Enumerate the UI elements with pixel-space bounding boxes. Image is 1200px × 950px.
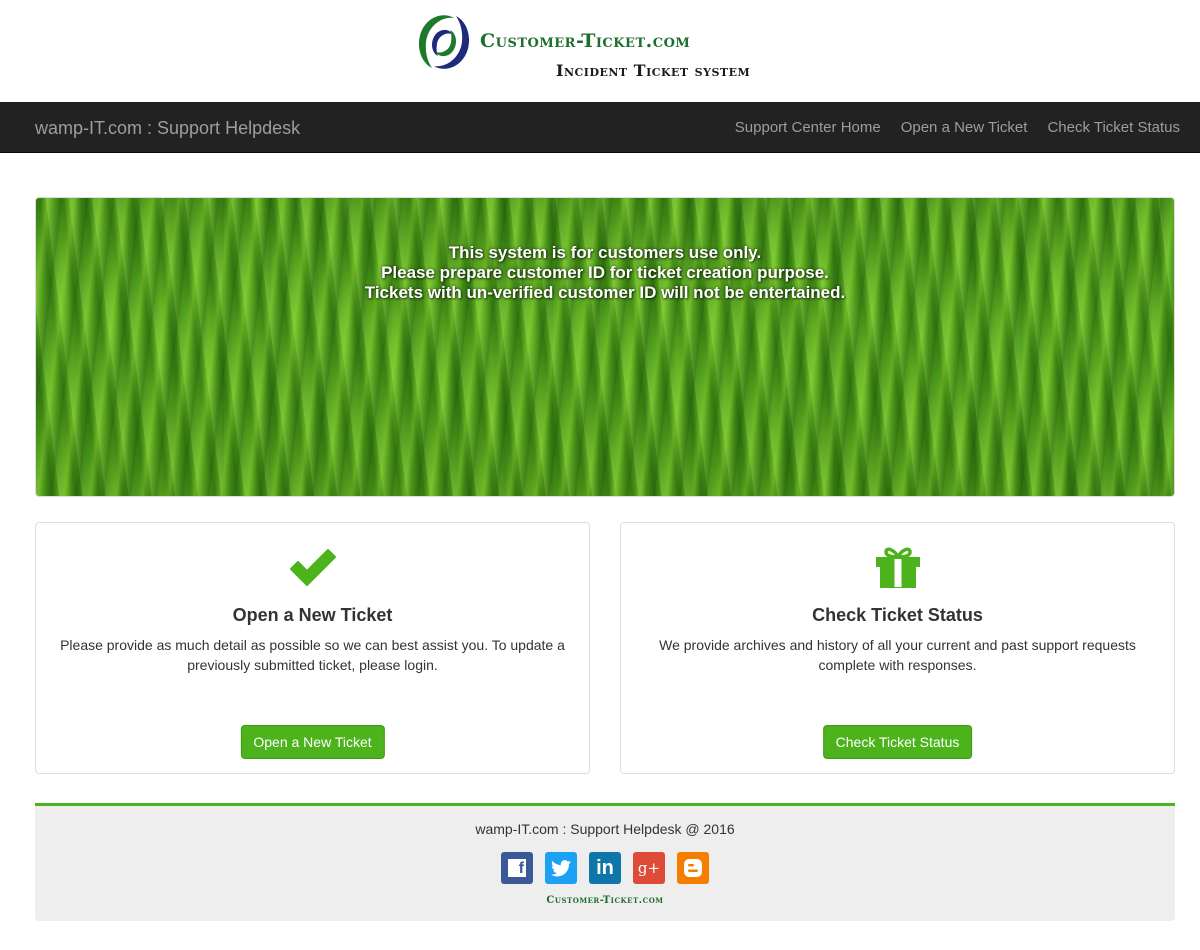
banner-notice: This system is for customers use only. P…	[36, 243, 1174, 303]
check-status-card: Check Ticket Status We provide archives …	[620, 522, 1175, 774]
footer-copyright: wamp-IT.com : Support Helpdesk @ 2016	[475, 821, 735, 837]
open-ticket-card: Open a New Ticket Please provide as much…	[35, 522, 590, 774]
footer-brand-logo: Customer-Ticket.com	[546, 895, 664, 906]
nav-link-open-new-ticket[interactable]: Open a New Ticket	[901, 119, 1028, 136]
logo-header: Customer-Ticket.com Incident Ticket syst…	[0, 0, 1200, 102]
twitter-bird-glyph	[551, 859, 571, 876]
banner-line: Tickets with un-verified customer ID wil…	[364, 283, 846, 302]
twitter-icon[interactable]	[545, 852, 577, 884]
grass-banner-image: This system is for customers use only. P…	[35, 197, 1175, 497]
linkedin-icon[interactable]: in	[589, 852, 621, 884]
blogger-icon[interactable]	[677, 852, 709, 884]
facebook-icon[interactable]: f	[501, 852, 533, 884]
gift-icon	[875, 547, 920, 588]
banner-line: This system is for customers use only.	[448, 243, 762, 262]
logo-tagline: Incident Ticket system	[556, 61, 751, 80]
card-title: Check Ticket Status	[812, 605, 983, 625]
logo-swirl-icon	[418, 15, 470, 69]
navbar: wamp-IT.com : Support Helpdesk Support C…	[0, 102, 1200, 153]
card-description: We provide archives and history of all y…	[659, 637, 1136, 673]
nav-link-support-center-home[interactable]: Support Center Home	[735, 119, 881, 136]
linkedin-glyph: in	[596, 856, 614, 879]
banner-line: Please prepare customer ID for ticket cr…	[381, 263, 829, 282]
google-plus-icon[interactable]: g+	[633, 852, 665, 884]
check-ticket-status-button[interactable]: Check Ticket Status	[822, 725, 973, 759]
blogger-glyph	[684, 859, 702, 877]
nav-link-check-ticket-status[interactable]: Check Ticket Status	[1047, 119, 1180, 136]
card-description: Please provide as much detail as possibl…	[60, 637, 565, 673]
google-plus-glyph: g+	[637, 859, 661, 877]
logo-brand-text: Customer-Ticket.com	[480, 30, 691, 52]
footer: wamp-IT.com : Support Helpdesk @ 2016 f …	[35, 803, 1175, 921]
card-title: Open a New Ticket	[232, 605, 393, 625]
nav-links: Support Center Home Open a New Ticket Ch…	[715, 102, 1180, 152]
social-links: f in g+	[35, 852, 1175, 884]
checkmark-icon	[289, 549, 336, 586]
navbar-brand[interactable]: wamp-IT.com : Support Helpdesk	[35, 118, 300, 139]
facebook-glyph: f	[508, 859, 526, 877]
open-new-ticket-button[interactable]: Open a New Ticket	[240, 725, 385, 759]
